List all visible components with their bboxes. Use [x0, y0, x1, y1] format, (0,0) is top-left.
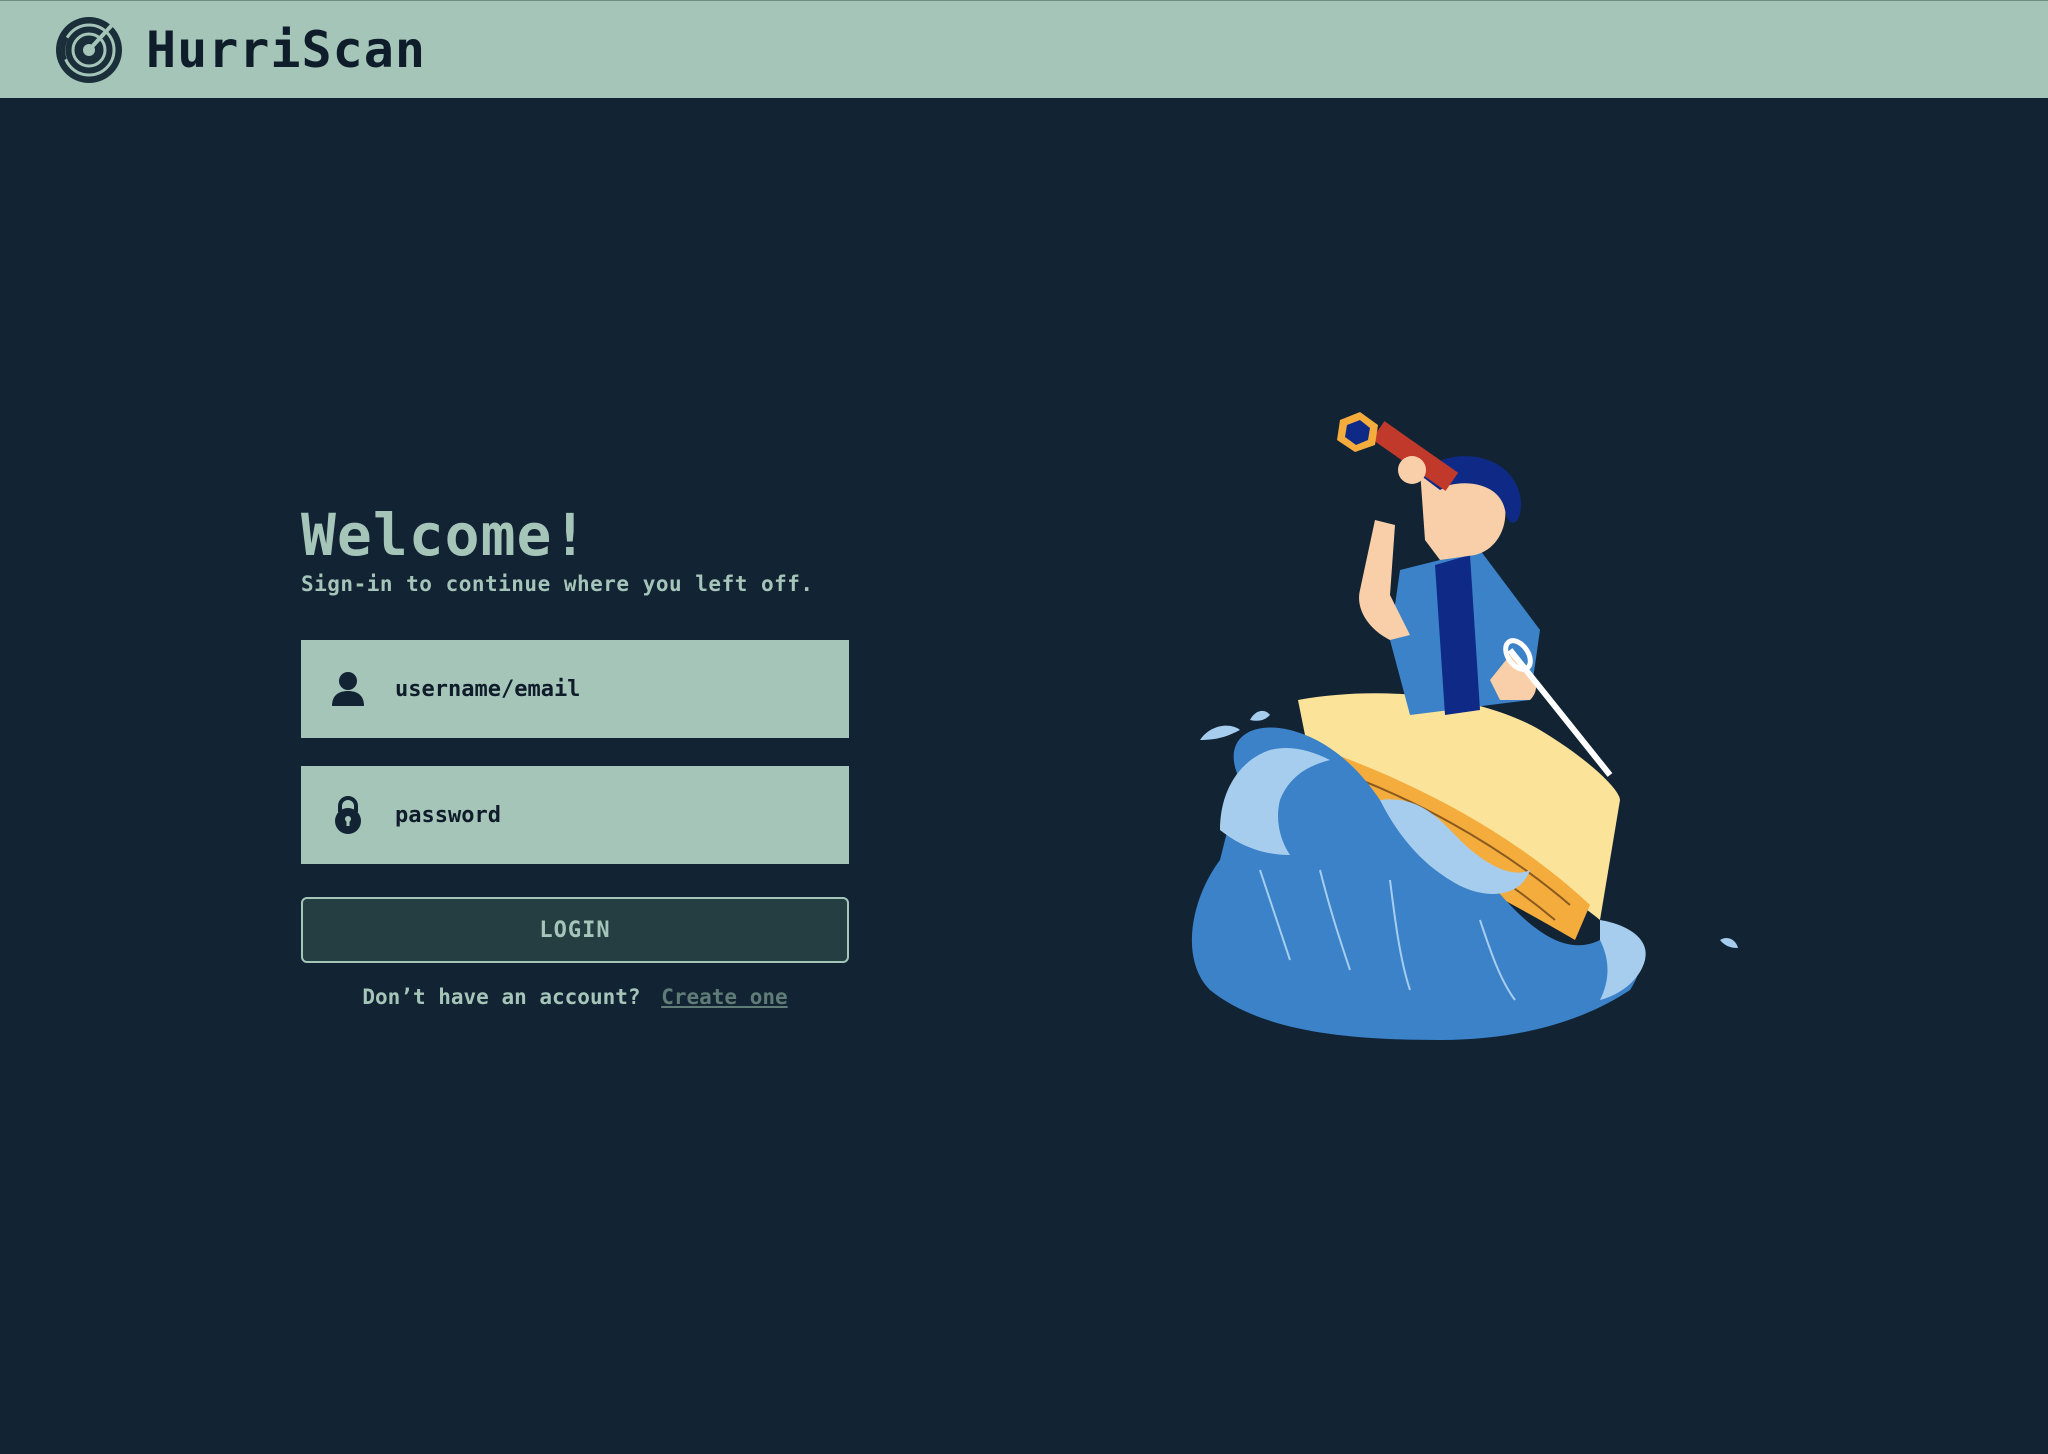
create-account-link[interactable]: Create one	[661, 985, 787, 1009]
page-title: Welcome!	[301, 501, 589, 569]
username-field[interactable]	[301, 640, 849, 738]
lock-icon	[329, 794, 367, 836]
top-bar: HurriScan	[0, 0, 2048, 98]
brand-name[interactable]: HurriScan	[146, 21, 426, 79]
radar-icon[interactable]	[54, 15, 124, 85]
page-subtitle: Sign-in to continue where you left off.	[301, 572, 814, 596]
signup-row: Don’t have an account? Create one	[301, 985, 849, 1009]
password-field[interactable]	[301, 766, 849, 864]
signup-prompt: Don’t have an account?	[362, 985, 641, 1009]
username-input[interactable]	[393, 659, 833, 719]
login-form: Welcome! Sign-in to continue where you l…	[301, 500, 849, 1009]
login-button[interactable]: LOGIN	[301, 897, 849, 963]
user-icon	[329, 668, 367, 710]
sailor-illustration	[1180, 400, 1760, 1060]
password-input[interactable]	[393, 785, 833, 845]
